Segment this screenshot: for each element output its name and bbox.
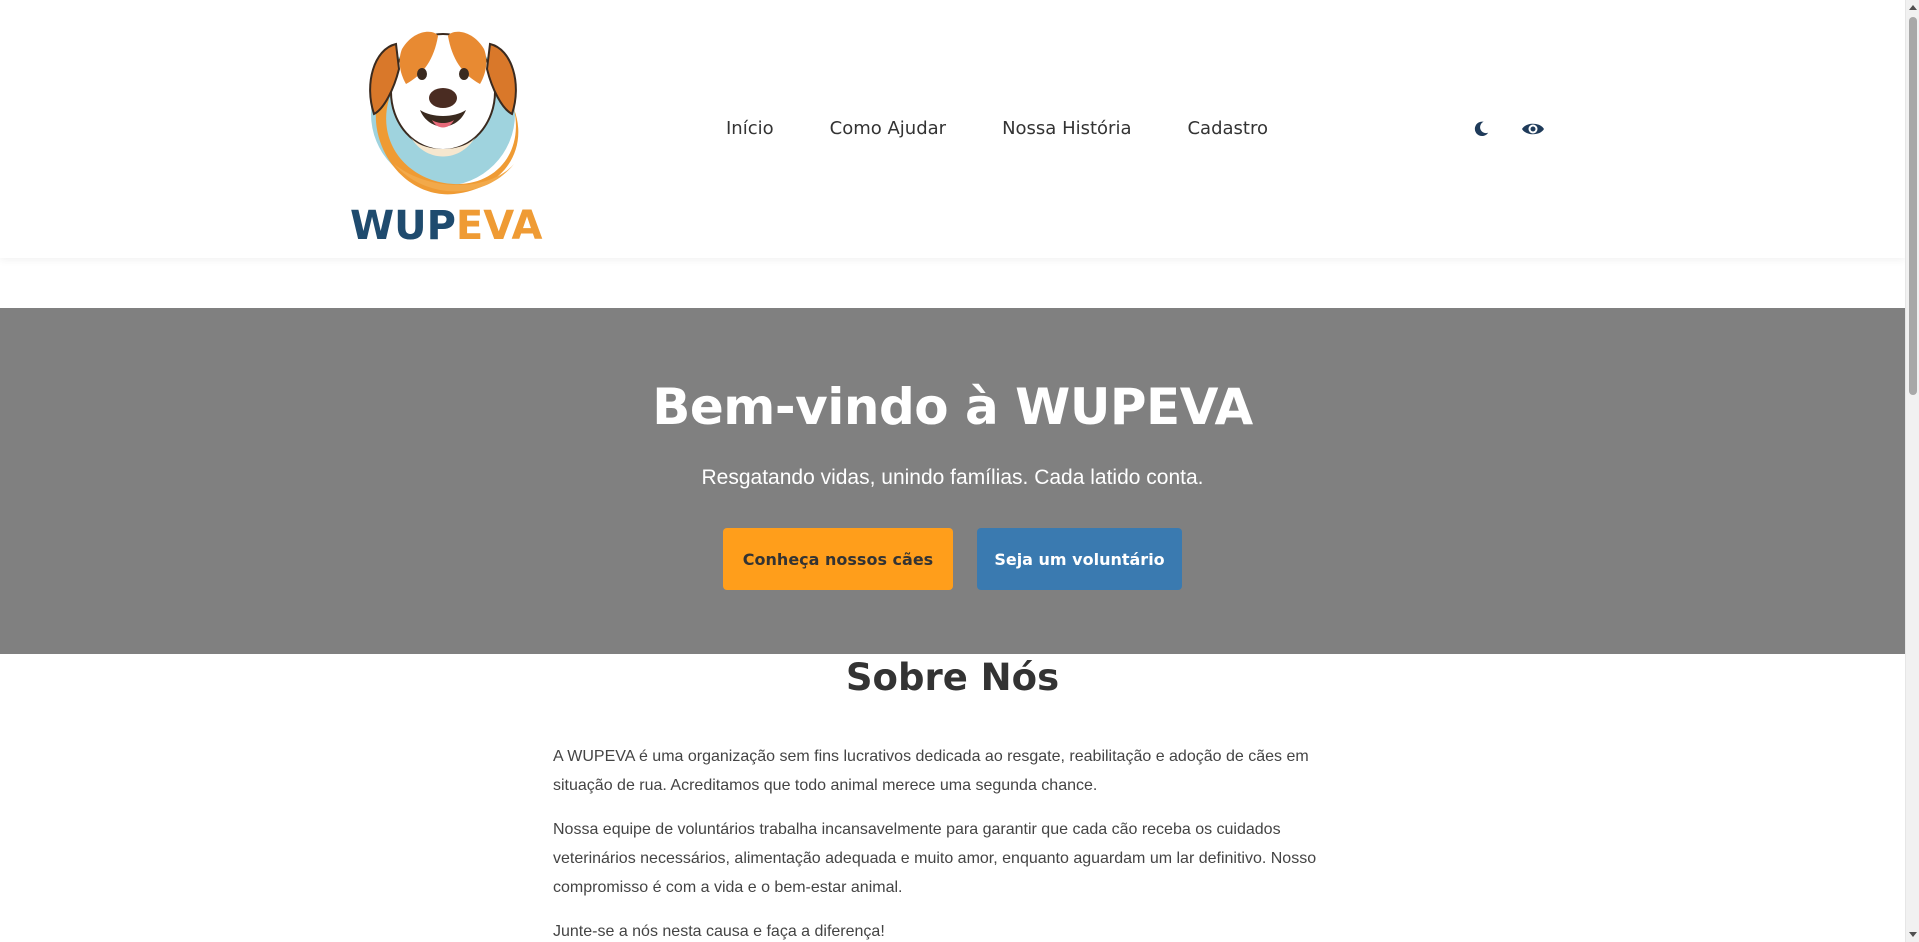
hero-section: Bem-vindo à WUPEVA Resgatando vidas, uni… (0, 308, 1905, 654)
nav-link-cadastro[interactable]: Cadastro (1187, 114, 1268, 144)
dark-mode-toggle[interactable] (1468, 116, 1494, 142)
about-body: A WUPEVA é uma organização sem fins lucr… (553, 742, 1343, 942)
site-header: WUPEVA Início Como Ajudar Nossa História… (0, 0, 1905, 258)
about-paragraph: Nossa equipe de voluntários trabalha inc… (553, 821, 1317, 896)
vertical-scrollbar[interactable] (1905, 0, 1919, 942)
eye-icon (1522, 123, 1544, 135)
logo-text-wup: WUP (350, 203, 456, 249)
meet-dogs-button[interactable]: Conheça nossos cães (723, 528, 953, 590)
hero-title: Bem-vindo à WUPEVA (652, 378, 1253, 436)
nav-link-inicio[interactable]: Início (726, 114, 774, 144)
scrollbar-thumb[interactable] (1909, 17, 1917, 395)
about-paragraph: A WUPEVA é uma organização sem fins lucr… (553, 748, 1309, 794)
header-tools (1468, 114, 1546, 144)
scroll-up-arrow-icon[interactable] (1909, 5, 1917, 10)
about-paragraph: Junte-se a nós nesta causa e faça a dife… (553, 923, 885, 940)
logo-link[interactable]: WUPEVA (350, 14, 542, 249)
hero-subtitle: Resgatando vidas, unindo famílias. Cada … (701, 466, 1204, 489)
accessibility-toggle[interactable] (1520, 116, 1546, 142)
nav-link-nossa-historia[interactable]: Nossa História (1002, 114, 1131, 144)
scroll-down-arrow-icon[interactable] (1909, 932, 1917, 937)
main-nav: Início Como Ajudar Nossa História Cadast… (726, 114, 1324, 144)
nav-link-como-ajudar[interactable]: Como Ajudar (830, 114, 946, 144)
logo-text-eva: EVA (455, 203, 543, 249)
logo-text: WUPEVA (350, 203, 542, 249)
moon-icon (1474, 121, 1489, 137)
volunteer-button[interactable]: Seja um voluntário (977, 528, 1182, 590)
about-title: Sobre Nós (845, 656, 1060, 699)
dog-logo-icon (369, 31, 519, 195)
page-viewport: WUPEVA Início Como Ajudar Nossa História… (0, 0, 1905, 942)
